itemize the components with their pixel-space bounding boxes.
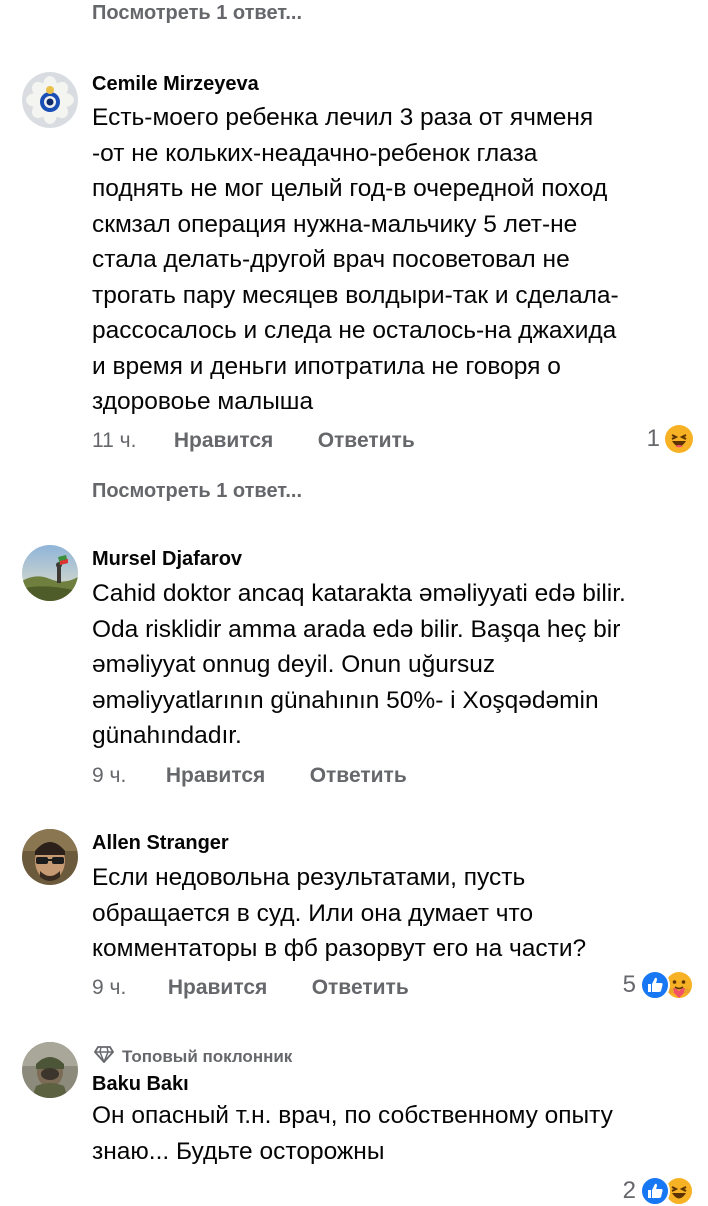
diamond-icon (93, 1045, 122, 1068)
reaction-summary[interactable]: 5 (623, 970, 694, 1000)
comment-text: Есть-моего ребенка лечил 3 раза от ячмен… (92, 104, 619, 415)
reply-button[interactable]: Ответить (312, 976, 409, 1000)
like-button[interactable]: Нравится (168, 976, 306, 1000)
comment-text: Cahid doktor ancaq katarakta əməliyyati … (92, 580, 626, 749)
reaction-count: 5 (622, 971, 636, 998)
comment-author[interactable]: Allen Stranger (92, 832, 229, 855)
avatar[interactable] (22, 72, 78, 128)
comment-timestamp[interactable]: 11 ч. (92, 429, 168, 453)
comment-author[interactable]: Baku Bakı (92, 1073, 189, 1096)
comment-timestamp[interactable]: 9 ч. (92, 764, 160, 788)
comment-author[interactable]: Mursel Djafarov (92, 548, 242, 571)
view-replies-link[interactable]: Посмотреть 1 ответ... (92, 2, 302, 25)
comment-text: Он опасный т.н. врач, по собственному оп… (92, 1102, 613, 1165)
like-button[interactable]: Нравится (166, 764, 304, 788)
avatar[interactable] (22, 545, 78, 601)
haha-emoji-icon (664, 424, 694, 454)
reply-button[interactable]: Ответить (318, 429, 415, 453)
avatar[interactable] (22, 1042, 78, 1098)
comment-actions: 9 ч. Нравится Ответить (92, 976, 409, 1000)
comment-actions: 9 ч. Нравится Ответить (92, 764, 407, 788)
reaction-summary[interactable]: 2 (623, 1176, 694, 1206)
reaction-count: 1 (646, 425, 660, 452)
like-icon (640, 970, 670, 1000)
badge-label: Топовый поклонник (122, 1046, 293, 1066)
reaction-count: 2 (622, 1177, 636, 1204)
top-fan-badge: Топовый поклонник (93, 1045, 293, 1068)
comment-text: Если недовольна результатами, пусть обра… (92, 864, 587, 962)
reply-button[interactable]: Ответить (310, 764, 407, 788)
comment-actions: 11 ч. Нравится Ответить (92, 429, 415, 453)
view-replies-link[interactable]: Посмотреть 1 ответ... (92, 480, 302, 503)
like-button[interactable]: Нравится (174, 429, 312, 453)
avatar[interactable] (22, 829, 78, 885)
like-icon (640, 1176, 670, 1206)
comment-timestamp[interactable]: 9 ч. (92, 976, 162, 1000)
comment-author[interactable]: Cemile Mirzeyeva (92, 73, 259, 96)
reaction-summary[interactable]: 1 (647, 424, 694, 454)
